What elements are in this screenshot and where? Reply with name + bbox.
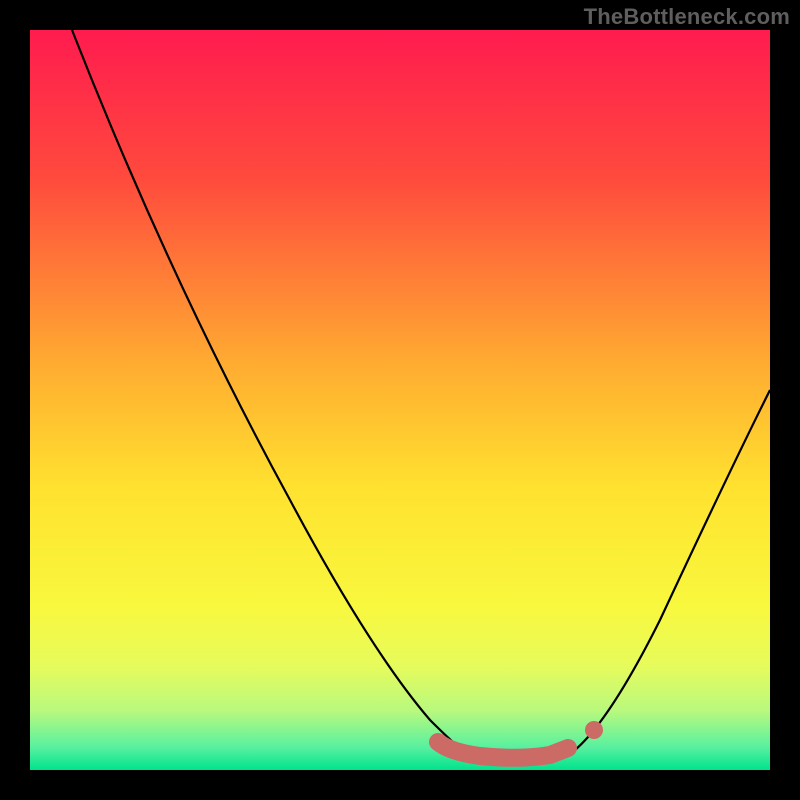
chart-svg — [30, 30, 770, 770]
optimal-point-dot — [585, 721, 603, 739]
plot-area — [30, 30, 770, 770]
watermark-text: TheBottleneck.com — [584, 4, 790, 30]
chart-frame: TheBottleneck.com — [0, 0, 800, 800]
gradient-background — [30, 30, 770, 770]
